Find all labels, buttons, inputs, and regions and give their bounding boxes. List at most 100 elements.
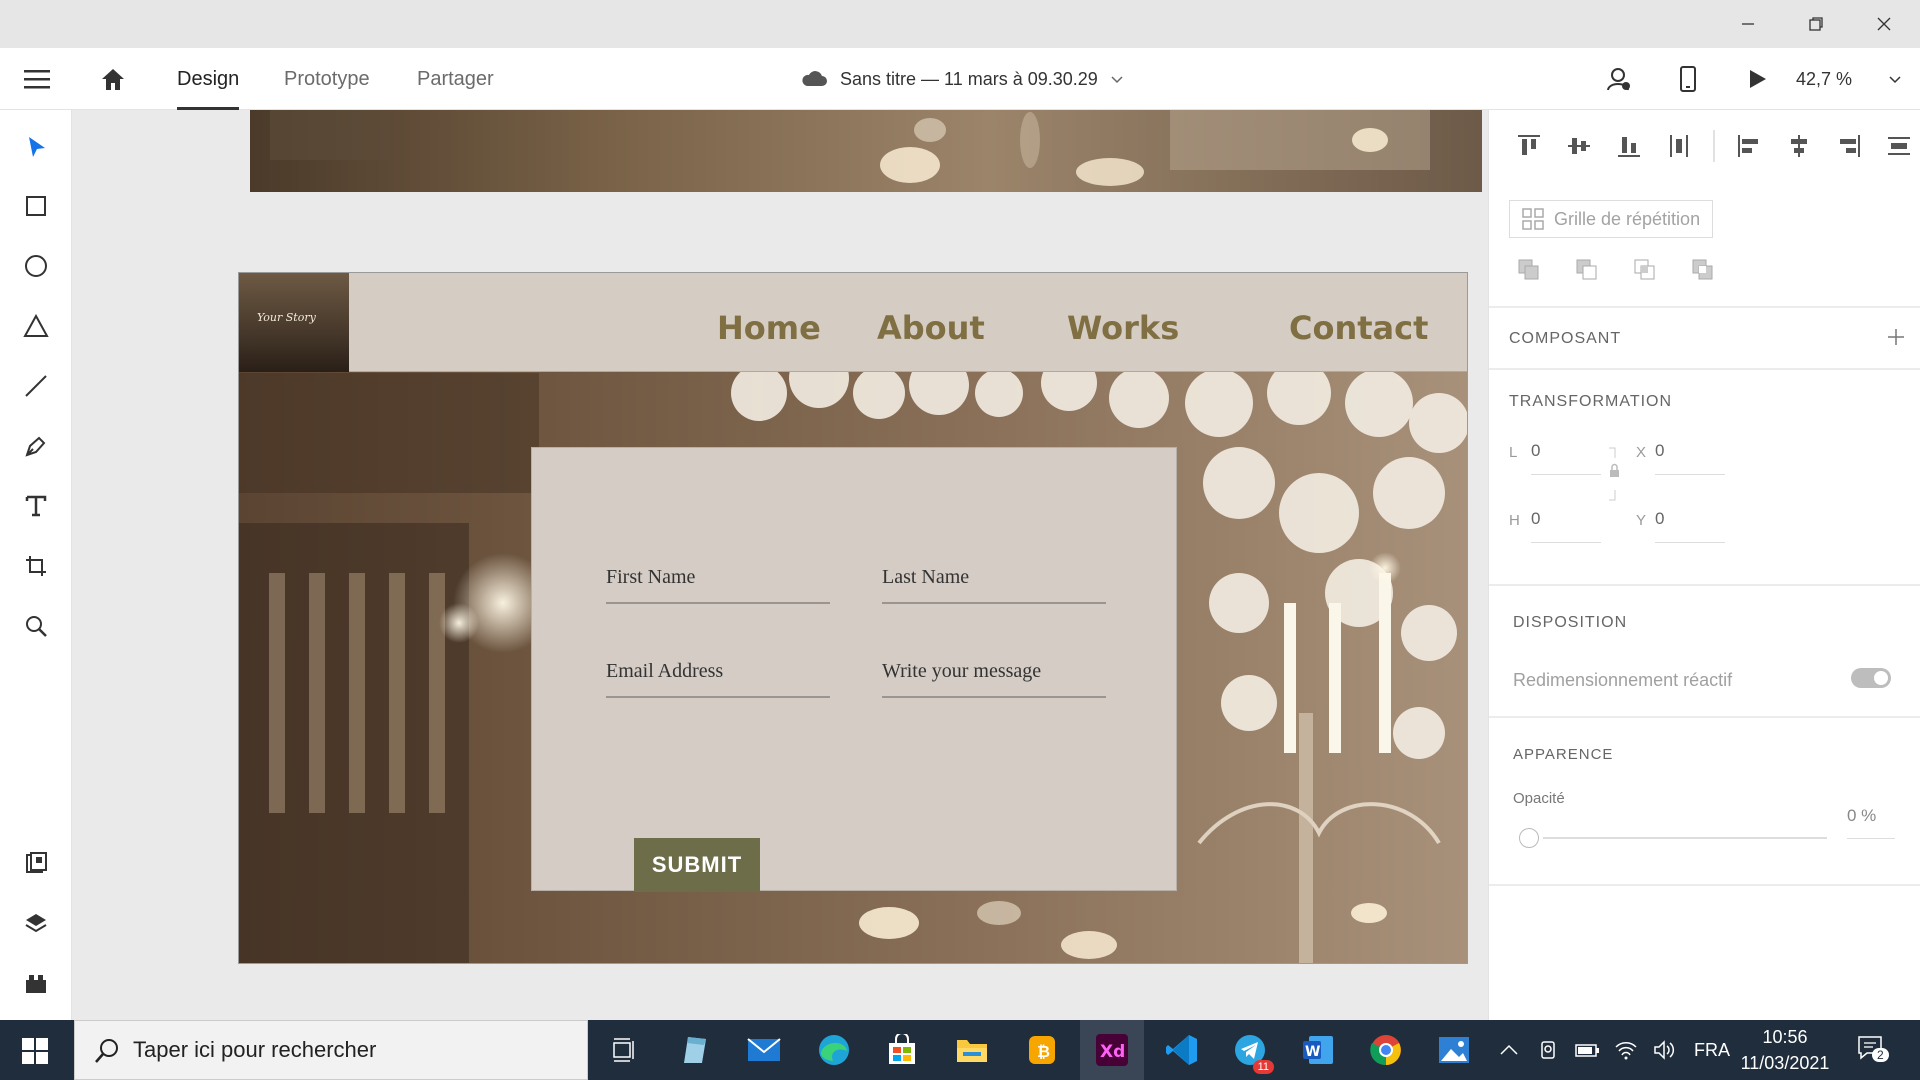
distribute-horizontal-button[interactable] — [1663, 130, 1695, 162]
assets-panel-button[interactable] — [21, 848, 51, 878]
zoom-tool[interactable] — [21, 611, 51, 641]
tab-design[interactable]: Design — [177, 48, 240, 110]
align-middle-button[interactable] — [1563, 130, 1595, 162]
nav-link-contact[interactable]: Contact — [1289, 309, 1428, 347]
polygon-tool[interactable] — [21, 311, 51, 341]
artboard-tool[interactable] — [21, 551, 51, 581]
responsive-resize-label: Redimensionnement réactif — [1513, 670, 1733, 690]
taskbar-app-edge[interactable] — [812, 1030, 856, 1070]
add-component-button[interactable] — [1883, 324, 1909, 350]
maximize-button[interactable] — [1782, 0, 1850, 48]
height-input[interactable]: 0 — [1531, 509, 1540, 529]
wifi-icon[interactable] — [1614, 1039, 1638, 1061]
device-preview-button[interactable] — [1673, 64, 1703, 94]
responsive-resize-toggle[interactable] — [1851, 668, 1891, 688]
align-middle-icon — [1568, 138, 1590, 154]
submit-button[interactable]: SUBMIT — [634, 838, 760, 892]
home-icon — [102, 69, 124, 90]
align-right-button[interactable] — [1833, 130, 1865, 162]
minimize-button[interactable] — [1714, 0, 1782, 48]
taskbar-app-word[interactable]: W — [1296, 1030, 1340, 1070]
document-title[interactable]: Sans titre — 11 mars à 09.30.29 — [800, 48, 1124, 110]
align-bottom-button[interactable] — [1613, 130, 1645, 162]
taskbar-search-box[interactable]: Taper ici pour rechercher — [74, 1020, 588, 1080]
taskbar-app-notes[interactable] — [672, 1030, 716, 1070]
align-center-button[interactable] — [1783, 130, 1815, 162]
nav-link-home[interactable]: Home — [717, 309, 821, 347]
first-name-field[interactable]: First Name — [606, 560, 830, 604]
language-indicator[interactable]: FRA — [1694, 1040, 1730, 1061]
taskbar-app-vscode[interactable] — [1160, 1030, 1204, 1070]
battery-icon[interactable] — [1574, 1040, 1600, 1060]
play-icon — [1750, 70, 1766, 88]
subtract-shape-button[interactable] — [1571, 254, 1603, 286]
rectangle-tool[interactable] — [21, 191, 51, 221]
nav-link-about[interactable]: About — [877, 309, 985, 347]
taskbar-app-mail[interactable] — [742, 1030, 786, 1070]
site-logo[interactable]: Your Story — [239, 273, 349, 372]
plugins-panel-button[interactable] — [21, 968, 51, 998]
taskbar-app-store[interactable] — [880, 1030, 924, 1070]
taskbar-app-xd[interactable]: Xd — [1080, 1020, 1144, 1080]
taskbar-app-telegram[interactable]: 11 — [1228, 1030, 1274, 1074]
play-preview-button[interactable] — [1742, 64, 1772, 94]
x-input[interactable]: 0 — [1655, 441, 1664, 461]
home-button[interactable] — [98, 64, 128, 94]
add-shape-button[interactable] — [1513, 254, 1545, 286]
select-tool[interactable] — [21, 132, 51, 162]
y-input[interactable]: 0 — [1655, 509, 1664, 529]
align-right-icon — [1840, 135, 1860, 157]
nav-link-works[interactable]: Works — [1067, 309, 1179, 347]
tab-prototype[interactable]: Prototype — [284, 48, 370, 110]
last-name-field[interactable]: Last Name — [882, 560, 1106, 604]
taskbar-app-photos[interactable] — [1432, 1030, 1476, 1070]
design-canvas[interactable]: Your Story Home About Works Contact Firs… — [72, 110, 1488, 1020]
artboard-icon — [26, 556, 46, 576]
task-view-button[interactable] — [602, 1030, 646, 1070]
svg-text:Xd: Xd — [1100, 1042, 1125, 1062]
intersect-shape-button[interactable] — [1629, 254, 1661, 286]
align-top-button[interactable] — [1513, 130, 1545, 162]
artboard-header-image[interactable] — [250, 110, 1482, 192]
first-name-placeholder: First Name — [606, 566, 696, 588]
distribute-vertical-button[interactable] — [1883, 130, 1915, 162]
close-button[interactable] — [1850, 0, 1918, 48]
opacity-slider-thumb[interactable] — [1519, 828, 1539, 848]
lock-aspect-icon[interactable] — [1607, 446, 1621, 502]
line-tool[interactable] — [21, 371, 51, 401]
ellipse-tool[interactable] — [21, 251, 51, 281]
email-field[interactable]: Email Address — [606, 654, 830, 698]
notification-badge: 2 — [1872, 1048, 1889, 1062]
taskbar-app-chrome[interactable] — [1364, 1030, 1408, 1070]
contact-artboard[interactable]: Your Story Home About Works Contact Firs… — [238, 272, 1468, 964]
width-input[interactable]: 0 — [1531, 441, 1540, 461]
action-center-button[interactable]: 2 — [1856, 1034, 1890, 1068]
pen-tool[interactable] — [21, 431, 51, 461]
tab-share[interactable]: Partager — [417, 48, 494, 110]
align-left-button[interactable] — [1733, 130, 1765, 162]
message-field[interactable]: Write your message — [882, 654, 1106, 698]
exclude-shape-button[interactable] — [1687, 254, 1719, 286]
zoom-dropdown[interactable] — [1880, 64, 1910, 94]
menu-button[interactable] — [22, 66, 52, 92]
taskbar-app-bitcoin[interactable]: ₿ — [1020, 1030, 1064, 1070]
email-placeholder: Email Address — [606, 660, 724, 682]
device-icon[interactable] — [1538, 1039, 1560, 1061]
taskbar-clock[interactable]: 10:56 11/03/2021 — [1730, 1024, 1840, 1076]
mail-icon — [747, 1038, 781, 1061]
word-icon: W — [1303, 1036, 1333, 1064]
start-button[interactable] — [22, 1038, 48, 1069]
repeat-grid-button[interactable]: Grille de répétition — [1509, 200, 1714, 238]
union-icon — [1518, 259, 1539, 280]
hamburger-icon — [24, 70, 50, 89]
layers-panel-button[interactable] — [21, 908, 51, 938]
zoom-level[interactable]: 42,7 % — [1796, 48, 1852, 110]
chevron-down-icon — [1889, 76, 1901, 84]
opacity-value[interactable]: 0 % — [1847, 806, 1876, 826]
text-tool[interactable] — [21, 491, 51, 521]
opacity-slider-track[interactable] — [1543, 837, 1827, 839]
taskbar-app-explorer[interactable] — [950, 1030, 994, 1070]
share-user-button[interactable] — [1604, 64, 1634, 94]
volume-icon[interactable] — [1652, 1039, 1676, 1061]
chevron-up-icon[interactable] — [1498, 1043, 1520, 1057]
